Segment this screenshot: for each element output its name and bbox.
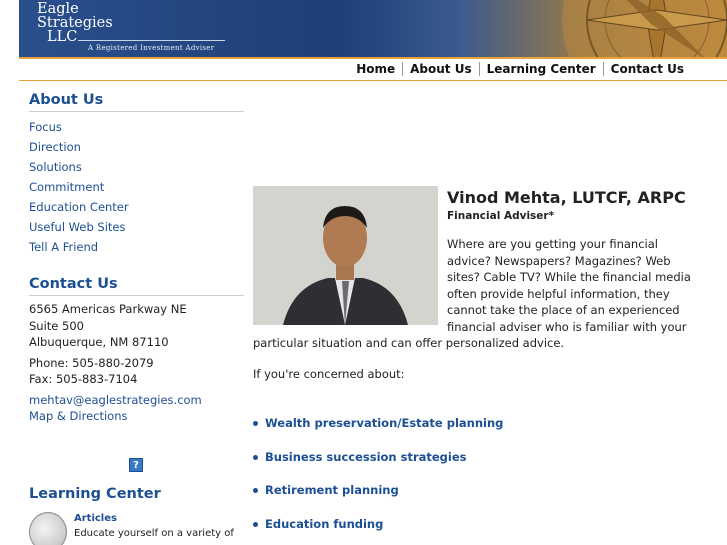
list-item[interactable]: Business succession strategies: [253, 450, 503, 484]
phone: Phone: 505-880-2079: [29, 355, 154, 370]
bullet-icon: [253, 421, 258, 426]
header-rule-bottom: [19, 80, 727, 81]
concern-list: Wealth preservation/Estate planning Busi…: [253, 416, 503, 545]
concern-wealth-preservation[interactable]: Wealth preservation/Estate planning: [265, 416, 503, 430]
header-banner: Eagle Strategies LLC A Registered Invest…: [19, 0, 727, 57]
contact-heading: Contact Us: [29, 276, 244, 296]
bullet-icon: [253, 522, 258, 528]
list-item[interactable]: Education funding: [253, 517, 503, 545]
sidebar-link-commitment[interactable]: Commitment: [29, 177, 244, 197]
sidebar-link-useful-web-sites[interactable]: Useful Web Sites: [29, 217, 244, 237]
logo-rule: [78, 40, 225, 41]
concerned-label: If you're concerned about:: [253, 367, 405, 381]
about-heading: About Us: [29, 92, 244, 112]
logo-tagline: A Registered Investment Adviser: [88, 44, 215, 52]
concern-business-succession[interactable]: Business succession strategies: [265, 450, 467, 464]
logo-line-1: Eagle: [37, 1, 79, 17]
articles-link[interactable]: Articles: [74, 513, 117, 524]
sidebar-link-tell-a-friend[interactable]: Tell A Friend: [29, 237, 244, 257]
nav-home[interactable]: Home: [349, 62, 402, 76]
logo-line-3: LLC: [47, 29, 78, 45]
bullet-icon: [253, 454, 258, 460]
nav-learning-center[interactable]: Learning Center: [478, 62, 603, 76]
concern-retirement-planning[interactable]: Retirement planning: [265, 483, 399, 497]
sidebar-link-solutions[interactable]: Solutions: [29, 157, 244, 177]
nav-contact-us[interactable]: Contact Us: [602, 62, 691, 76]
adviser-name: Vinod Mehta, LUTCF, ARPC: [447, 188, 686, 207]
adviser-role: Financial Adviser*: [447, 210, 555, 222]
top-nav: Home About Us Learning Center Contact Us: [349, 58, 691, 80]
email-link[interactable]: mehtav@eaglestrategies.com: [29, 392, 244, 409]
list-item[interactable]: Retirement planning: [253, 483, 503, 517]
intro-text: Where are you getting your financial adv…: [253, 236, 693, 352]
concern-education-funding[interactable]: Education funding: [265, 517, 383, 531]
sidebar-link-direction[interactable]: Direction: [29, 137, 244, 157]
address-line-1: 6565 Americas Parkway NE: [29, 302, 187, 316]
logo-line-2: Strategies: [37, 15, 113, 31]
learning-heading: Learning Center: [29, 486, 161, 502]
logo[interactable]: Eagle Strategies LLC A Registered Invest…: [19, 0, 229, 57]
bullet-icon: [253, 488, 258, 494]
articles-description: Educate yourself on a variety of: [74, 528, 234, 539]
list-item[interactable]: Wealth preservation/Estate planning: [253, 416, 503, 450]
nav-about-us[interactable]: About Us: [402, 62, 478, 76]
address-line-3: Albuquerque, NM 87110: [29, 335, 169, 349]
sidebar-link-focus[interactable]: Focus: [29, 117, 244, 137]
fax: Fax: 505-883-7104: [29, 372, 138, 386]
sidebar: About Us Focus Direction Solutions Commi…: [29, 92, 244, 545]
compass-icon: [562, 0, 727, 57]
address-line-2: Suite 500: [29, 318, 84, 333]
help-icon[interactable]: ?: [129, 458, 143, 472]
sidebar-link-education-center[interactable]: Education Center: [29, 197, 244, 217]
intro-spacer: [253, 236, 447, 333]
map-directions-link[interactable]: Map & Directions: [29, 408, 244, 425]
articles-icon[interactable]: [29, 512, 67, 545]
